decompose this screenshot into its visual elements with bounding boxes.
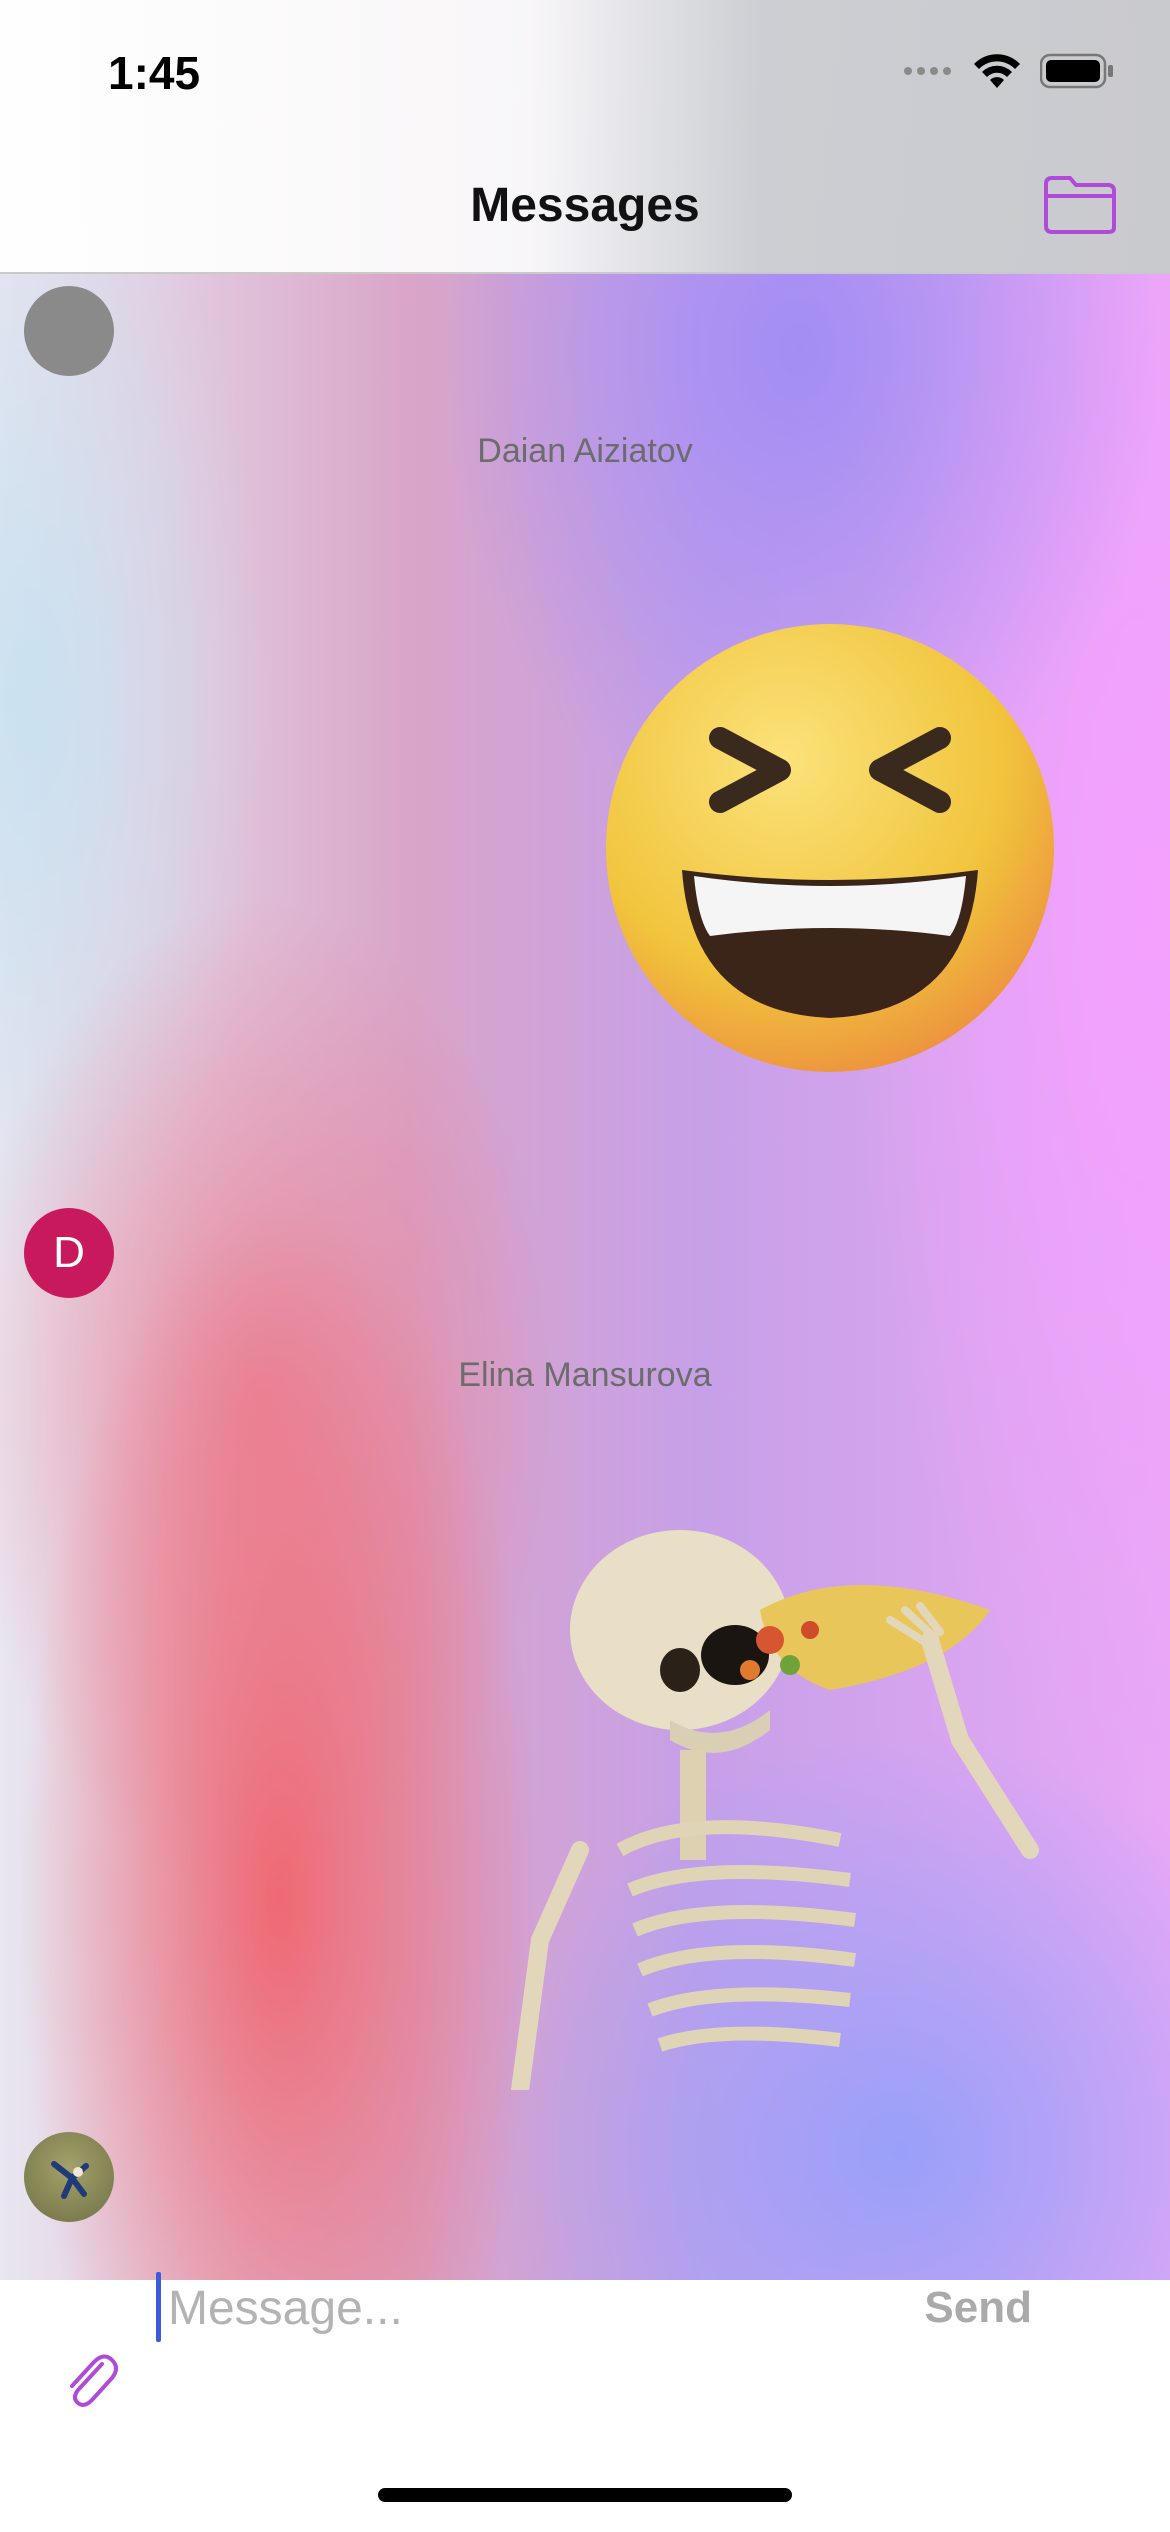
page-title: Messages [470,179,700,232]
status-icons [902,52,1114,90]
avatar[interactable] [24,2132,114,2222]
text-caret [156,2272,161,2342]
signal-icon [904,67,951,75]
skeleton-eating-taco-sticker[interactable] [510,1520,1050,2090]
laughing-face-emoji[interactable] [602,620,1058,1076]
status-bar: 1:45 [0,0,1170,140]
wifi-icon [974,54,1020,88]
status-time: 1:45 [108,47,201,99]
avatar[interactable] [24,286,114,376]
battery-icon [1040,53,1113,89]
sender-name: Elina Mansurova [458,1356,712,1394]
folder-icon[interactable] [1042,174,1118,236]
send-button[interactable]: Send [918,2282,1038,2334]
person-photo-icon [51,2161,89,2199]
paperclip-icon[interactable] [62,2350,118,2410]
message-input[interactable] [168,2272,788,2344]
home-indicator[interactable] [378,2488,792,2502]
avatar[interactable]: D [24,1208,114,1298]
sender-name: Daian Aiziatov [477,432,693,470]
